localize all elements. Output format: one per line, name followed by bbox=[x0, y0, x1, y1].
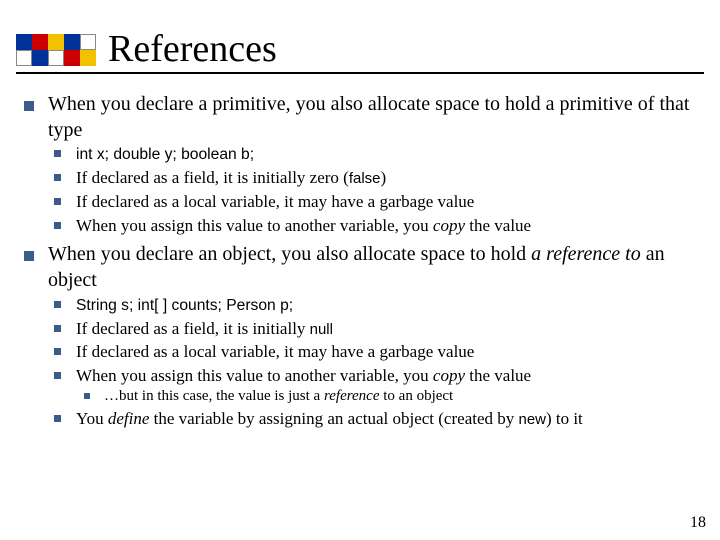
text: ) bbox=[380, 168, 386, 187]
text: You bbox=[76, 409, 108, 428]
bullet-level2: int x; double y; boolean b; bbox=[48, 143, 696, 165]
italic-text: copy bbox=[433, 216, 465, 235]
text: If declared as a field, it is initially bbox=[76, 319, 310, 338]
logo-icon bbox=[16, 34, 98, 66]
slide: References When you declare a primitive,… bbox=[0, 0, 720, 540]
text: to an object bbox=[380, 388, 454, 404]
italic-text: reference bbox=[324, 388, 380, 404]
text: When you declare a primitive, you also a… bbox=[48, 93, 689, 141]
code-text: int x; double y; boolean b; bbox=[76, 146, 254, 163]
code-text: false bbox=[349, 170, 381, 187]
text: If declared as a local variable, it may … bbox=[76, 192, 474, 211]
italic-text: copy bbox=[433, 366, 465, 385]
bullet-level2: String s; int[ ] counts; Person p; bbox=[48, 294, 696, 316]
code-text: String s; int[ ] counts; Person p; bbox=[76, 297, 293, 314]
bullet-level2: If declared as a field, it is initially … bbox=[48, 167, 696, 189]
bullet-level2: If declared as a local variable, it may … bbox=[48, 341, 696, 363]
bullet-level1: When you declare a primitive, you also a… bbox=[24, 92, 696, 236]
slide-title: References bbox=[108, 30, 277, 72]
bullet-level3: …but in this case, the value is just a r… bbox=[76, 387, 696, 406]
code-text: null bbox=[310, 321, 333, 338]
bullet-level2: When you assign this value to another va… bbox=[48, 365, 696, 406]
text: …but in this case, the value is just a bbox=[104, 388, 324, 404]
code-text: new bbox=[519, 411, 546, 428]
text: If declared as a field, it is initially … bbox=[76, 168, 349, 187]
text: the variable by assigning an actual obje… bbox=[149, 409, 518, 428]
slide-body: When you declare a primitive, you also a… bbox=[0, 74, 720, 430]
text: When you assign this value to another va… bbox=[76, 366, 433, 385]
title-bar: References bbox=[0, 0, 720, 72]
bullet-level2: When you assign this value to another va… bbox=[48, 215, 696, 237]
bullet-level2: If declared as a local variable, it may … bbox=[48, 191, 696, 213]
text: the value bbox=[465, 366, 531, 385]
bullet-level2: If declared as a field, it is initially … bbox=[48, 318, 696, 340]
italic-text: define bbox=[108, 409, 150, 428]
text: ) to it bbox=[546, 409, 583, 428]
page-number: 18 bbox=[690, 514, 706, 532]
text: the value bbox=[465, 216, 531, 235]
text: When you assign this value to another va… bbox=[76, 216, 433, 235]
text: If declared as a local variable, it may … bbox=[76, 342, 474, 361]
italic-text: a reference to bbox=[531, 243, 641, 265]
bullet-level1: When you declare an object, you also all… bbox=[24, 242, 696, 429]
bullet-level2: You define the variable by assigning an … bbox=[48, 408, 696, 430]
text: When you declare an object, you also all… bbox=[48, 243, 531, 265]
